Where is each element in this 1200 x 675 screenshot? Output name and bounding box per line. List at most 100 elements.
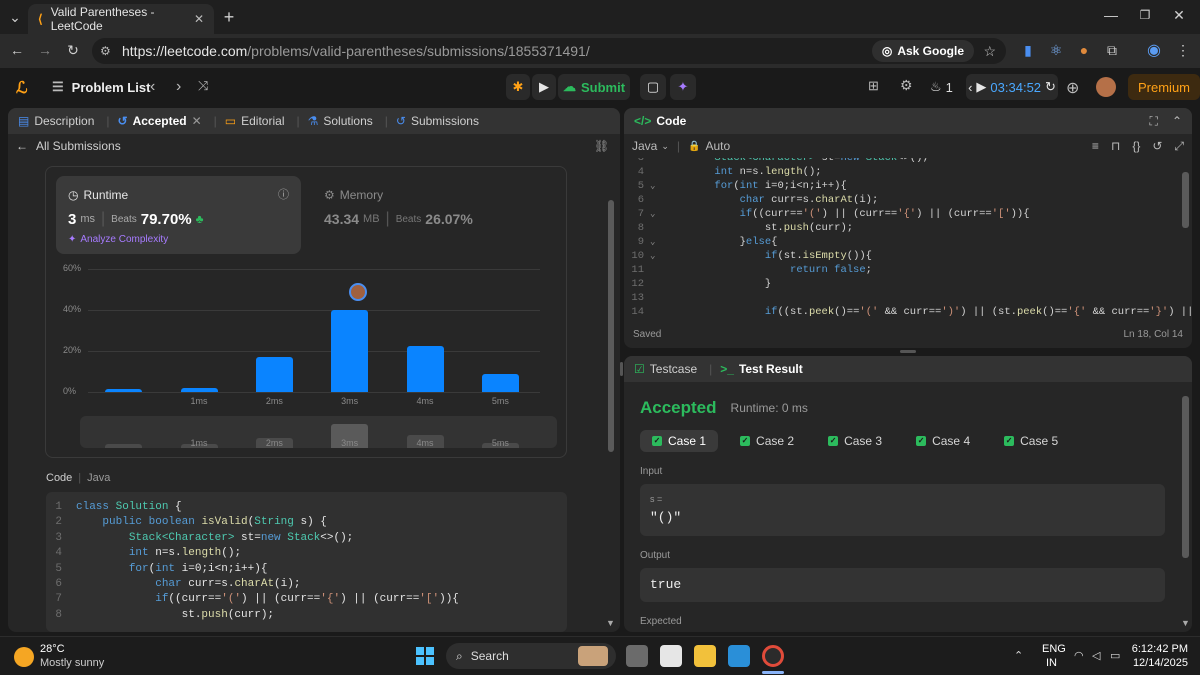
browser-tab[interactable]: ⟨ Valid Parentheses - LeetCode ✕ (28, 4, 214, 34)
editor-code-area[interactable]: 3 Stack<Character> st=new Stack<>(); 4 i… (624, 158, 1192, 316)
address-bar-row: ← → ↻ ⚙ https://leetcode.com/problems/va… (0, 34, 1200, 68)
vscode-icon[interactable] (728, 645, 750, 667)
timer-widget[interactable]: ‹ ▶ 03:34:52 ↻ (966, 74, 1058, 100)
chrome-menu-icon[interactable]: ⋮ (1172, 42, 1194, 59)
bookmark-star-icon[interactable]: ☆ (983, 43, 996, 60)
notes-button[interactable]: ▢ (640, 74, 666, 100)
debug-button[interactable]: ✱ (506, 74, 530, 100)
tray-overflow-icon[interactable]: ⌃ (1014, 649, 1023, 662)
code-line: 7 if((curr=='(') || (curr=='{') || (curr… (55, 593, 459, 606)
search-icon: ⌕ (456, 648, 463, 663)
language-select[interactable]: Java ⌄ (632, 139, 669, 153)
prev-problem-icon[interactable]: ‹ (150, 78, 155, 96)
tab-testcase[interactable]: ☑ Testcase (634, 362, 697, 376)
next-problem-icon[interactable]: › (176, 78, 181, 96)
reset-icon[interactable]: ↺ (1152, 139, 1162, 153)
taskbar-search[interactable]: ⌕ Search (446, 643, 616, 669)
site-info-icon[interactable]: ⚙ (100, 44, 111, 58)
left-panel-scrollbar[interactable] (608, 200, 614, 452)
url-field[interactable]: ⚙ https://leetcode.com/problems/valid-pa… (92, 38, 1006, 64)
shuffle-icon[interactable]: ⤨ (198, 78, 208, 94)
output-label: Output (640, 550, 671, 561)
url-domain: https://leetcode.com (122, 43, 248, 59)
check-icon: ✓ (1004, 436, 1015, 446)
fold-icon[interactable]: ⌄ (650, 179, 664, 193)
problem-list-button[interactable]: ☰ Problem List (52, 79, 150, 95)
extension-cookie-icon[interactable]: ● (1073, 42, 1095, 58)
case-tab-3[interactable]: ✓ Case 3 (816, 430, 894, 452)
horizontal-resize-handle[interactable] (620, 362, 623, 376)
wifi-icon[interactable]: ◠ (1074, 649, 1084, 662)
editor-line: 12 } (631, 278, 772, 290)
submit-button[interactable]: ☁ Submit (558, 74, 630, 100)
editor-line: 10 ⌄ if(st.isEmpty()){ (631, 249, 872, 263)
scroll-down-icon[interactable]: ▼ (606, 618, 615, 628)
result-scrollbar[interactable] (1182, 396, 1189, 558)
ai-assist-button[interactable]: ✦ (670, 74, 696, 100)
volume-icon[interactable]: ◁ (1092, 649, 1100, 662)
search-label: Search (470, 649, 509, 663)
code-language: Java (87, 472, 111, 484)
app-camera-icon[interactable] (660, 645, 682, 667)
user-avatar[interactable] (1096, 77, 1116, 97)
maximize-icon[interactable]: ⛶ (1150, 114, 1158, 129)
back-icon[interactable]: ← (6, 42, 28, 58)
case-tab-4[interactable]: ✓ Case 4 (904, 430, 982, 452)
bookmark-icon[interactable]: ⊓ (1111, 139, 1120, 153)
vertical-resize-handle[interactable] (900, 350, 916, 353)
add-friend-icon[interactable]: ⊕ (1066, 78, 1079, 98)
premium-button[interactable]: Premium (1128, 74, 1200, 100)
leetcode-logo-icon[interactable]: ℒ (16, 78, 28, 98)
result-scroll-down-icon[interactable]: ▼ (1181, 618, 1190, 628)
reload-icon[interactable]: ↻ (62, 42, 84, 59)
left-panel: ▤ Description | ↺ Accepted ✕ | ▭ Editorial |… (8, 108, 620, 632)
close-window-icon[interactable]: ✕ (1168, 7, 1190, 24)
bug-icon: ✱ (512, 79, 524, 94)
chrome-taskbar-icon[interactable] (762, 645, 784, 667)
format-icon[interactable]: ≡ (1092, 139, 1099, 153)
clock-time[interactable]: 6:12:42 PM (1128, 643, 1188, 655)
editor-line: 6 char curr=s.charAt(i); (637, 194, 879, 206)
extension-doc-icon[interactable]: ▮ (1017, 42, 1039, 59)
tab-list-icon[interactable]: ⌄ (4, 9, 26, 26)
restore-icon[interactable]: ❐ (1134, 8, 1156, 22)
settings-gear-icon[interactable]: ⚙ (900, 77, 913, 94)
layout-grid-icon[interactable]: ⊞ (868, 78, 879, 94)
timer-collapse-icon: ‹ (968, 79, 973, 95)
fullscreen-icon[interactable]: ⤢ (1174, 139, 1184, 154)
editor-scrollbar[interactable] (1182, 172, 1189, 228)
battery-icon[interactable]: ▭ (1110, 649, 1120, 662)
check-icon: ✓ (652, 436, 662, 446)
close-tab-icon[interactable]: ✕ (194, 12, 204, 26)
case-tab-2[interactable]: ✓ Case 2 (728, 430, 806, 452)
streak-counter[interactable]: ♨ 1 (930, 79, 953, 95)
braces-icon[interactable]: {} (1132, 139, 1140, 153)
mode-auto[interactable]: Auto (705, 139, 730, 153)
extension-react-icon[interactable]: ⚛ (1045, 42, 1067, 59)
new-tab-icon[interactable]: + (218, 7, 240, 28)
fold-icon[interactable]: ⌄ (650, 249, 664, 263)
profile-avatar-icon[interactable]: ◉ (1143, 40, 1165, 60)
task-view-icon[interactable] (626, 645, 648, 667)
windows-start-icon[interactable] (416, 647, 434, 665)
forward-icon[interactable]: → (34, 42, 56, 58)
case-tab-1[interactable]: ✓ Case 1 (640, 430, 719, 452)
editor-line: 8 st.push(curr); (637, 222, 854, 234)
fold-icon[interactable]: ⌄ (650, 235, 664, 249)
result-status-row: Accepted Runtime: 0 ms (640, 398, 808, 418)
extensions-puzzle-icon[interactable]: ⧉ (1101, 42, 1123, 59)
run-button[interactable]: ▶ (532, 74, 556, 100)
weather-temp[interactable]: 28°C (40, 643, 65, 655)
file-explorer-icon[interactable] (694, 645, 716, 667)
case-5-label: Case 5 (1020, 434, 1059, 448)
ask-google-button[interactable]: ◎ Ask Google (871, 40, 974, 62)
weather-sun-icon[interactable] (14, 647, 34, 667)
expected-label: Expected (640, 616, 682, 627)
minimize-icon[interactable]: — (1100, 7, 1122, 23)
fold-icon[interactable]: ⌄ (650, 207, 664, 221)
tab-test-result[interactable]: >_ Test Result (720, 362, 802, 376)
chart-brush-bars: 1ms 2ms 3ms 4ms 5ms (8, 108, 620, 468)
collapse-icon[interactable]: ⌃ (1172, 114, 1182, 128)
language-code[interactable]: ENG (1042, 643, 1066, 655)
case-tab-5[interactable]: ✓ Case 5 (992, 430, 1070, 452)
